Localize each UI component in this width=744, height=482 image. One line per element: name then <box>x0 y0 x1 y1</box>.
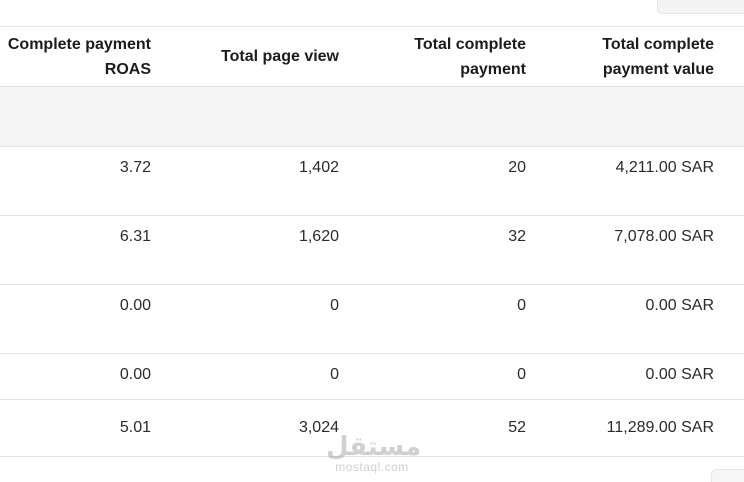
cell-payment-value: 0.00 SAR <box>645 297 714 314</box>
cell-page-view: 1,402 <box>298 159 339 176</box>
cell-payment-value: 11,289.00 SAR <box>606 419 714 436</box>
column-header-roas[interactable]: Complete payment ROAS <box>1 32 151 82</box>
cell-page-view: 0 <box>330 297 339 314</box>
table-header-row: Complete payment ROAS Total page view To… <box>0 26 744 86</box>
report-page: Complete payment ROAS Total page view To… <box>0 0 744 482</box>
table-row: 6.31 1,620 32 7,078.00 SAR <box>0 215 744 284</box>
cell-page-view: 0 <box>330 366 339 383</box>
column-header-page-view[interactable]: Total page view <box>169 44 339 69</box>
cell-complete-payment: 0 <box>517 366 526 383</box>
cell-payment-value: 0.00 SAR <box>645 366 714 383</box>
cell-roas: 5.01 <box>119 419 151 436</box>
watermark-latin-text: mostaql.com <box>335 460 409 474</box>
cell-payment-value: 7,078.00 SAR <box>614 228 714 245</box>
cell-payment-value: 4,211.00 SAR <box>615 159 714 176</box>
table-row: 3.72 1,402 20 4,211.00 SAR <box>0 146 744 215</box>
top-right-control[interactable] <box>657 0 744 14</box>
cell-complete-payment: 20 <box>508 159 526 176</box>
cell-complete-payment: 32 <box>508 228 526 245</box>
table-total-row: 5.01 3,024 52 11,289.00 SAR <box>0 399 744 457</box>
cell-complete-payment: 52 <box>508 419 526 436</box>
table-row: 0.00 0 0 0.00 SAR <box>0 284 744 353</box>
column-header-payment-value[interactable]: Total complete payment value <box>574 32 714 82</box>
bottom-right-control[interactable] <box>711 469 744 482</box>
table-row: 0.00 0 0 0.00 SAR <box>0 353 744 399</box>
cell-page-view: 3,024 <box>298 419 339 436</box>
column-header-complete-payment[interactable]: Total complete payment <box>396 32 526 82</box>
metrics-table: Complete payment ROAS Total page view To… <box>0 26 744 457</box>
cell-roas: 6.31 <box>119 228 151 245</box>
cell-roas: 3.72 <box>119 159 151 176</box>
cell-complete-payment: 0 <box>517 297 526 314</box>
cell-roas: 0.00 <box>119 297 151 314</box>
table-band-row <box>0 86 744 146</box>
cell-roas: 0.00 <box>119 366 151 383</box>
cell-page-view: 1,620 <box>298 228 339 245</box>
